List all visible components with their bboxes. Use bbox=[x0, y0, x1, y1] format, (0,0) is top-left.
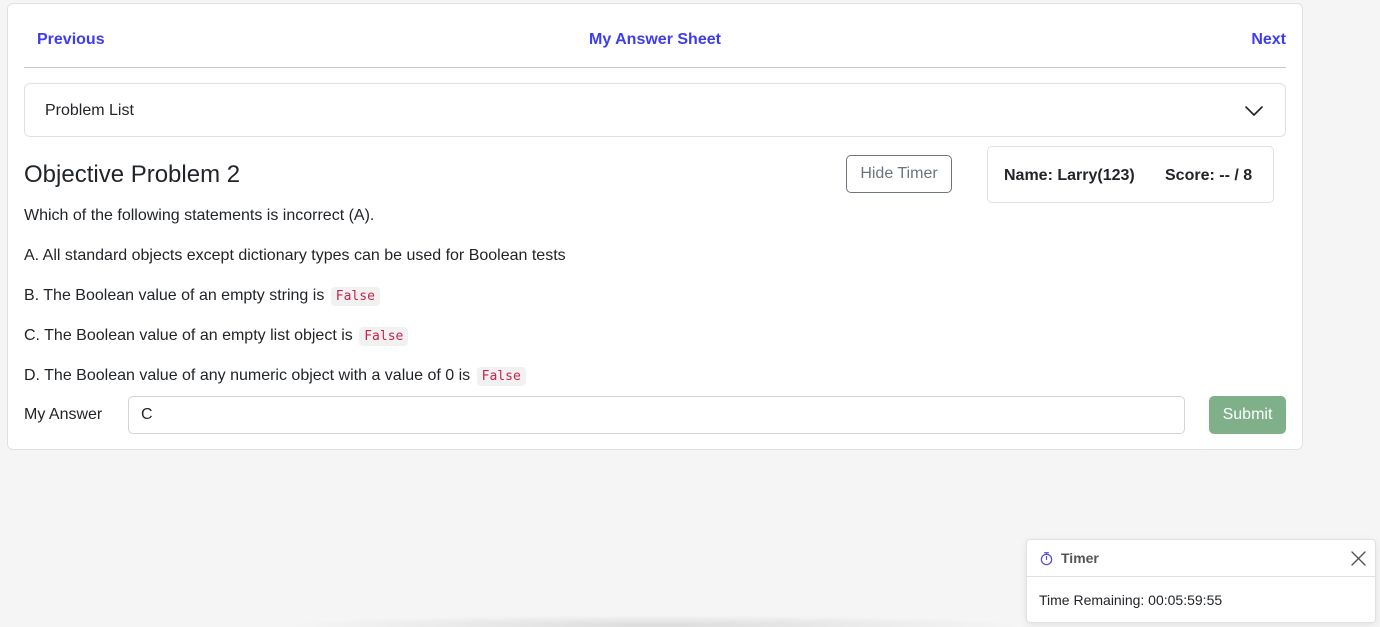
option-a-text: A. All standard objects except dictionar… bbox=[24, 247, 566, 264]
student-score: Score: -- / 8 bbox=[1165, 167, 1253, 184]
problem-title: Objective Problem 2 bbox=[24, 161, 241, 188]
chevron-down-icon bbox=[1245, 106, 1263, 116]
option-d: D. The Boolean value of any numeric obje… bbox=[24, 366, 526, 387]
option-d-code: False bbox=[476, 367, 526, 386]
option-d-text: D. The Boolean value of any numeric obje… bbox=[24, 367, 471, 384]
next-link[interactable]: Next bbox=[1251, 30, 1286, 50]
time-remaining: Time Remaining: 00:05:59:55 bbox=[1039, 592, 1223, 608]
bottom-shadow bbox=[280, 615, 1030, 627]
option-a: A. All standard objects except dictionar… bbox=[24, 246, 566, 266]
problem-list-label: Problem List bbox=[45, 102, 134, 119]
stopwatch-icon bbox=[1040, 552, 1053, 566]
problem-list-accordion[interactable]: Problem List bbox=[24, 83, 1286, 137]
my-answer-label: My Answer bbox=[24, 406, 103, 423]
answer-sheet-card: Previous My Answer Sheet Next Problem Li… bbox=[7, 3, 1303, 450]
timer-panel: Timer Time Remaining: 00:05:59:55 bbox=[1026, 539, 1376, 623]
student-name: Name: Larry(123) bbox=[1004, 167, 1135, 184]
my-answer-sheet-link[interactable]: My Answer Sheet bbox=[24, 30, 1286, 50]
timer-header: Timer bbox=[1027, 540, 1375, 577]
timer-title: Timer bbox=[1061, 550, 1099, 566]
problem-navigation: Previous My Answer Sheet Next bbox=[24, 4, 1286, 68]
submit-button[interactable]: Submit bbox=[1209, 396, 1286, 434]
student-info-box: Name: Larry(123) Score: -- / 8 bbox=[987, 146, 1274, 203]
question-text: Which of the following statements is inc… bbox=[24, 207, 375, 224]
answer-input[interactable] bbox=[128, 396, 1185, 434]
option-b: B. The Boolean value of an empty string … bbox=[24, 286, 380, 307]
option-b-text: B. The Boolean value of an empty string … bbox=[24, 287, 325, 304]
close-icon[interactable] bbox=[1350, 550, 1367, 567]
option-c-text: C. The Boolean value of an empty list ob… bbox=[24, 327, 353, 344]
hide-timer-button[interactable]: Hide Timer bbox=[846, 155, 952, 193]
option-c: C. The Boolean value of an empty list ob… bbox=[24, 326, 409, 347]
option-c-code: False bbox=[359, 327, 409, 346]
option-b-code: False bbox=[330, 287, 380, 306]
